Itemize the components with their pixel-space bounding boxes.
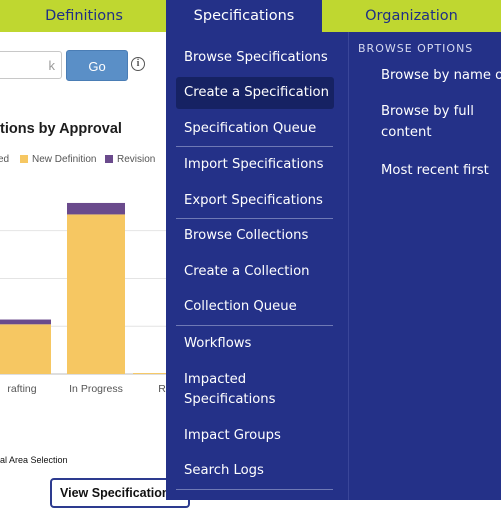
menu-item-impact-groups[interactable]: Impact Groups — [176, 420, 334, 452]
menu-item-workflows[interactable]: Workflows — [176, 328, 334, 360]
top-nav: Definitions Specifications Organization — [0, 0, 501, 32]
menu-item-browse-specifications[interactable]: Browse Specifications — [176, 42, 334, 74]
menu-item-import-specifications[interactable]: Import Specifications — [176, 149, 334, 181]
menu-item-create-specification[interactable]: Create a Specification — [176, 77, 334, 109]
menu-column-divider — [348, 32, 349, 500]
bar-revision-1[interactable] — [67, 202, 125, 215]
legend-item-1: New Definition — [20, 154, 96, 165]
go-button[interactable]: Go — [66, 50, 128, 81]
menu-item-impacted-specifications[interactable]: Impacted Specifications — [176, 368, 334, 412]
browse-options-header: BROWSE OPTIONS — [358, 42, 474, 55]
menu-separator — [176, 218, 333, 219]
bar-new-definition-0[interactable] — [0, 324, 51, 374]
legend-item-2: Revision — [105, 154, 155, 165]
menu-separator — [176, 325, 333, 326]
menu-item-specification-queue[interactable]: Specification Queue — [176, 113, 334, 145]
chart-title: tions by Approval — [0, 121, 122, 137]
bar-new-definition-1[interactable] — [67, 214, 125, 374]
info-icon[interactable]: i — [131, 57, 145, 71]
legend-swatch-revision — [105, 155, 113, 163]
tab-specifications[interactable]: Specifications — [166, 0, 322, 32]
most-recent-first-link[interactable]: Most recent first — [381, 160, 501, 181]
x-tick-label: R — [158, 383, 166, 395]
menu-item-search-logs[interactable]: Search Logs — [176, 455, 334, 487]
x-tick-label: rafting — [7, 383, 36, 395]
tab-definitions[interactable]: Definitions — [0, 0, 168, 32]
chart-legend: ed New Definition Revision — [0, 154, 156, 165]
bar-revision-0[interactable] — [0, 319, 51, 325]
menu-separator — [176, 146, 333, 147]
x-tick-label: In Progress — [69, 383, 123, 395]
chart-footer: al Area Selection — [0, 455, 68, 465]
search-input[interactable]: k — [0, 51, 62, 79]
menu-separator — [176, 489, 333, 490]
browse-by-full-content-link[interactable]: Browse by full content — [381, 101, 499, 143]
menu-item-create-collection[interactable]: Create a Collection — [176, 256, 334, 288]
browse-by-name-link[interactable]: Browse by name or — [381, 65, 501, 86]
menu-item-collection-queue[interactable]: Collection Queue — [176, 291, 334, 323]
bar-new-definition-2[interactable] — [133, 373, 168, 374]
legend-swatch-new — [20, 155, 28, 163]
tab-organization[interactable]: Organization — [322, 0, 501, 32]
menu-item-export-specifications[interactable]: Export Specifications — [176, 185, 334, 217]
bar-chart: rafting In Progress R — [0, 202, 168, 395]
menu-item-browse-collections[interactable]: Browse Collections — [176, 220, 334, 252]
